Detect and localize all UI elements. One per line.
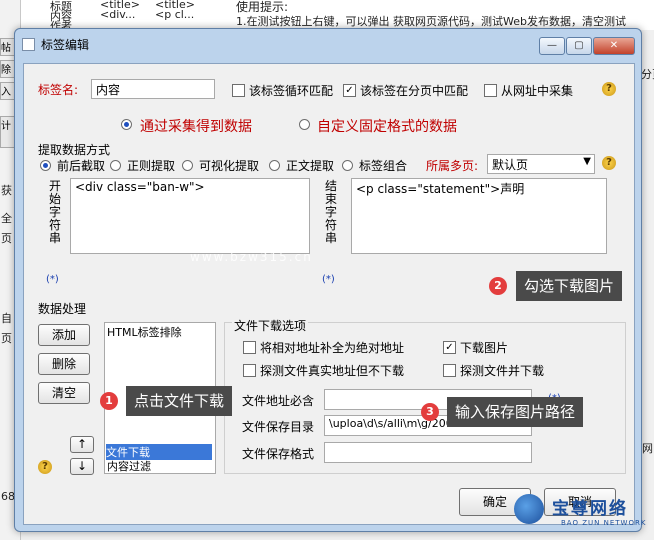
bg-cell: <div... bbox=[100, 8, 136, 21]
extract-option-label: 前后截取 bbox=[57, 159, 106, 173]
chevron-down-icon: ▼ bbox=[583, 156, 591, 167]
extract-option-radio[interactable] bbox=[40, 160, 51, 171]
bg-hint-text: 1.在测试按钮上右键，可以弹出 获取网页源代码，测试Web发布数据，清空测试 bbox=[236, 15, 626, 28]
extract-option-radio[interactable] bbox=[110, 160, 121, 171]
probe-real-label: 探测文件真实地址但不下载 bbox=[260, 364, 405, 378]
extract-option-label: 可视化提取 bbox=[199, 159, 260, 173]
page-match-label: 该标签在分页中匹配 bbox=[360, 84, 469, 98]
multipage-label: 所属多页: bbox=[426, 159, 479, 173]
from-url-label: 从网址中采集 bbox=[501, 84, 574, 98]
mode-fixed-radio[interactable] bbox=[299, 119, 310, 130]
save-format-input[interactable] bbox=[324, 442, 532, 463]
help-icon[interactable]: ? bbox=[602, 82, 616, 96]
app-icon bbox=[22, 38, 35, 51]
page-match-checkbox[interactable]: ✓ bbox=[343, 84, 356, 97]
loop-match-checkbox[interactable] bbox=[232, 84, 245, 97]
mode-fixed-label: 自定义固定格式的数据 bbox=[317, 119, 457, 135]
addr-required-label: 文件地址必含 bbox=[242, 394, 315, 408]
extract-option-radio[interactable] bbox=[342, 160, 353, 171]
start-string-input[interactable]: <div class="ban-w"> bbox=[70, 178, 310, 254]
absolute-url-label: 将相对地址补全为绝对地址 bbox=[260, 341, 405, 355]
help-icon[interactable]: ? bbox=[602, 156, 616, 170]
step-badge: 2 bbox=[489, 277, 507, 295]
bg-side-text: 自 bbox=[1, 312, 12, 325]
extract-option-label: 正文提取 bbox=[286, 159, 335, 173]
extract-option-label: 标签组合 bbox=[359, 159, 408, 173]
bg-side-text: 页 bbox=[1, 332, 12, 345]
download-image-label: 下载图片 bbox=[460, 341, 509, 355]
multipage-value: 默认页 bbox=[492, 158, 529, 172]
from-url-checkbox[interactable] bbox=[484, 84, 497, 97]
probe-real-checkbox[interactable] bbox=[243, 364, 256, 377]
tag-name-label: 标签名: bbox=[38, 83, 79, 97]
step-badge: 1 bbox=[100, 392, 118, 410]
absolute-url-checkbox[interactable] bbox=[243, 341, 256, 354]
download-image-checkbox[interactable]: ✓ bbox=[443, 341, 456, 354]
probe-download-checkbox[interactable] bbox=[443, 364, 456, 377]
end-string-label: 结束字符串 bbox=[324, 179, 337, 245]
clear-button[interactable]: 清空 bbox=[38, 382, 90, 404]
loop-match-label: 该标签循环匹配 bbox=[249, 84, 334, 98]
step-callout: 输入保存图片路径 bbox=[447, 397, 584, 427]
maximize-button[interactable]: ▢ bbox=[566, 37, 592, 55]
dialog-title: 标签编辑 bbox=[41, 38, 90, 52]
extract-option-radio[interactable] bbox=[269, 160, 280, 171]
move-down-button[interactable]: ↓ bbox=[70, 458, 94, 475]
bg-side-text: 全 bbox=[1, 212, 12, 225]
help-icon[interactable]: ? bbox=[38, 460, 52, 474]
save-dir-label: 文件保存目录 bbox=[242, 420, 315, 434]
brand-logo-subtext: BAO ZUN NETWORK bbox=[561, 519, 647, 527]
close-button[interactable]: ✕ bbox=[593, 37, 635, 55]
minimize-button[interactable]: — bbox=[539, 37, 565, 55]
multipage-select[interactable]: 默认页 ▼ bbox=[487, 154, 595, 174]
bg-right-text: 分页 bbox=[641, 68, 654, 81]
extract-option-label: 正则提取 bbox=[127, 159, 176, 173]
tag-name-input[interactable]: 内容 bbox=[91, 79, 215, 99]
bg-side-text: 页 bbox=[1, 232, 12, 245]
title-bar[interactable]: 标签编辑 — ▢ ✕ bbox=[15, 29, 641, 59]
end-string-input[interactable]: <p class="statement">声明 bbox=[351, 178, 607, 254]
step-callout: 勾选下载图片 bbox=[516, 271, 623, 301]
watermark-text: www.bzw315.cn bbox=[190, 250, 313, 264]
add-button[interactable]: 添加 bbox=[38, 324, 90, 346]
bg-side-text: 68 bbox=[1, 490, 15, 503]
bg-side-text: 获 bbox=[1, 184, 12, 197]
bg-cell: <p cl... bbox=[155, 8, 195, 21]
brand-logo-text: 宝尊网络 bbox=[552, 499, 628, 519]
move-up-button[interactable]: ↑ bbox=[70, 436, 94, 453]
delete-button[interactable]: 删除 bbox=[38, 353, 90, 375]
start-star-link[interactable]: (*) bbox=[46, 274, 59, 285]
bg-right-text: 网 bbox=[642, 442, 653, 455]
end-star-link[interactable]: (*) bbox=[322, 274, 335, 285]
start-string-label: 开始字符串 bbox=[48, 179, 61, 245]
step-badge: 3 bbox=[421, 403, 439, 421]
mode-collect-radio[interactable] bbox=[121, 119, 132, 130]
brand-logo-icon bbox=[514, 494, 544, 524]
mode-collect-label: 通过采集得到数据 bbox=[140, 119, 252, 135]
list-item[interactable]: HTML标签排除 bbox=[107, 324, 182, 340]
probe-download-label: 探测文件并下载 bbox=[460, 364, 545, 378]
extract-method-title: 提取数据方式 bbox=[38, 143, 111, 157]
list-item[interactable]: 内容过滤 bbox=[107, 458, 151, 474]
extract-option-radio[interactable] bbox=[182, 160, 193, 171]
step-callout: 点击文件下载 bbox=[126, 386, 233, 416]
download-options-title: 文件下载选项 bbox=[232, 317, 309, 334]
data-process-title: 数据处理 bbox=[38, 302, 87, 316]
save-format-label: 文件保存格式 bbox=[242, 447, 315, 461]
